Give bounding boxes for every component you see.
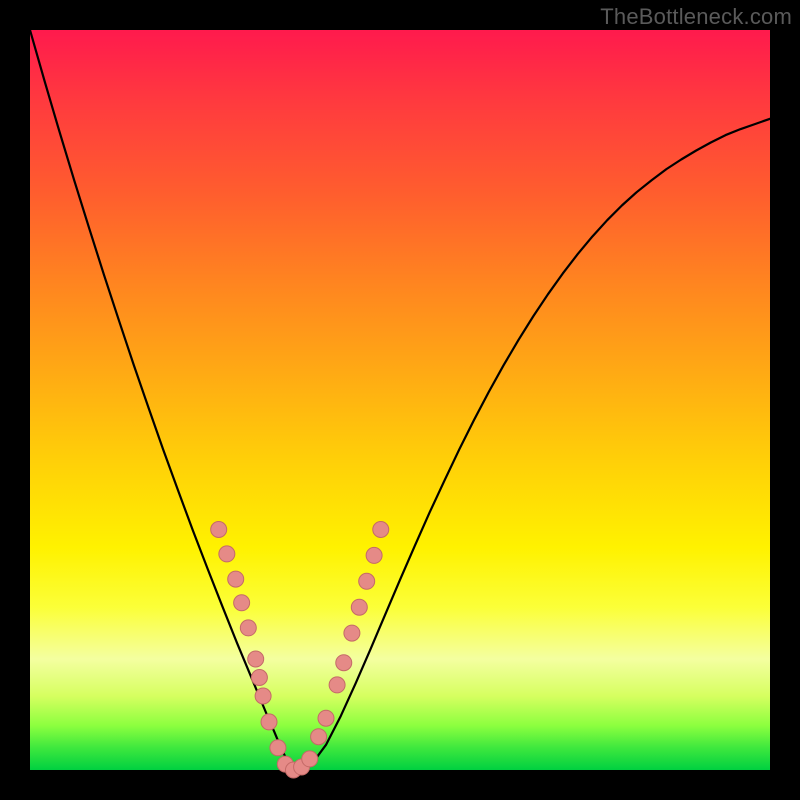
curve-marker-dot — [359, 573, 375, 589]
chart-overlay — [30, 30, 770, 770]
curve-marker-dot — [351, 599, 367, 615]
curve-marker-dot — [270, 740, 286, 756]
curve-marker-dot — [329, 677, 345, 693]
curve-marker-dot — [366, 547, 382, 563]
curve-marker-dot — [211, 522, 227, 538]
watermark-text: TheBottleneck.com — [600, 4, 792, 30]
curve-marker-dot — [228, 571, 244, 587]
curve-marker-dot — [261, 714, 277, 730]
bottleneck-curve — [30, 30, 770, 770]
bottleneck-curve-path — [30, 30, 770, 770]
curve-marker-dot — [302, 751, 318, 767]
curve-marker-dot — [248, 651, 264, 667]
curve-markers — [211, 522, 389, 779]
curve-marker-dot — [240, 620, 256, 636]
curve-marker-dot — [255, 688, 271, 704]
curve-marker-dot — [234, 595, 250, 611]
chart-stage: TheBottleneck.com — [0, 0, 800, 800]
curve-marker-dot — [311, 729, 327, 745]
curve-marker-dot — [344, 625, 360, 641]
curve-marker-dot — [336, 655, 352, 671]
curve-marker-dot — [318, 710, 334, 726]
curve-marker-dot — [373, 522, 389, 538]
curve-marker-dot — [219, 546, 235, 562]
curve-marker-dot — [251, 670, 267, 686]
